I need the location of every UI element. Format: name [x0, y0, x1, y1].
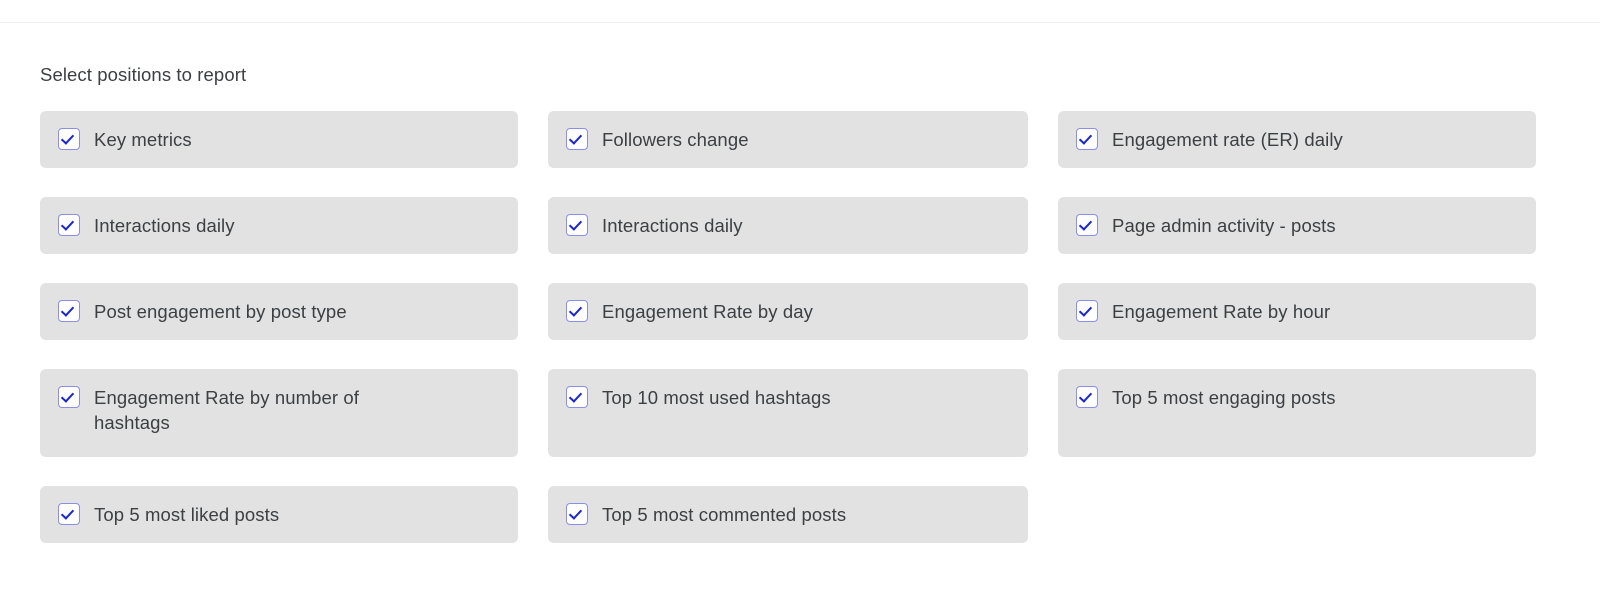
position-checkbox[interactable]: [566, 503, 588, 525]
position-checkbox[interactable]: [58, 503, 80, 525]
position-checkbox[interactable]: [1076, 300, 1098, 322]
position-card[interactable]: Post engagement by post type: [40, 283, 518, 340]
position-card[interactable]: Engagement rate (ER) daily: [1058, 111, 1536, 168]
position-card[interactable]: Engagement Rate by hour: [1058, 283, 1536, 340]
select-positions-panel: Select positions to report Key metrics Fo…: [0, 23, 1600, 543]
position-card[interactable]: Engagement Rate by number of hashtags: [40, 369, 518, 457]
checkmark-icon: [568, 131, 582, 145]
position-card[interactable]: Page admin activity - posts: [1058, 197, 1536, 254]
positions-grid: Key metrics Followers change Engagement ra…: [40, 111, 1560, 543]
position-card-label: Top 5 most liked posts: [94, 504, 280, 525]
position-card[interactable]: Top 10 most used hashtags: [548, 369, 1028, 457]
position-card-label: Post engagement by post type: [94, 301, 347, 322]
position-card-label: Engagement rate (ER) daily: [1112, 129, 1343, 150]
checkmark-icon: [60, 131, 74, 145]
checkmark-icon: [568, 217, 582, 231]
position-card-label: Engagement Rate by number of hashtags: [94, 387, 360, 433]
checkmark-icon: [1078, 303, 1092, 317]
position-card[interactable]: Interactions daily: [548, 197, 1028, 254]
position-card-label: Top 10 most used hashtags: [602, 387, 831, 408]
position-card-label: Top 5 most engaging posts: [1112, 387, 1336, 408]
position-checkbox[interactable]: [566, 300, 588, 322]
position-card[interactable]: Top 5 most commented posts: [548, 486, 1028, 543]
checkmark-icon: [1078, 131, 1092, 145]
position-card-label: Followers change: [602, 129, 749, 150]
position-checkbox[interactable]: [566, 386, 588, 408]
position-card[interactable]: Key metrics: [40, 111, 518, 168]
position-card-label: Interactions daily: [94, 215, 235, 236]
position-checkbox[interactable]: [566, 214, 588, 236]
position-checkbox[interactable]: [58, 128, 80, 150]
position-checkbox[interactable]: [58, 214, 80, 236]
position-card[interactable]: Interactions daily: [40, 197, 518, 254]
position-checkbox[interactable]: [1076, 386, 1098, 408]
position-card-label: Interactions daily: [602, 215, 743, 236]
position-card[interactable]: Top 5 most engaging posts: [1058, 369, 1536, 457]
position-selection-page: Select positions to report Key metrics Fo…: [0, 0, 1600, 606]
checkmark-icon: [568, 303, 582, 317]
position-card-label: Engagement Rate by day: [602, 301, 813, 322]
position-card-label: Engagement Rate by hour: [1112, 301, 1331, 322]
checkmark-icon: [1078, 217, 1092, 231]
checkmark-icon: [60, 217, 74, 231]
position-checkbox[interactable]: [58, 386, 80, 408]
position-checkbox[interactable]: [566, 128, 588, 150]
checkmark-icon: [60, 389, 74, 403]
position-card[interactable]: Engagement Rate by day: [548, 283, 1028, 340]
checkmark-icon: [60, 506, 74, 520]
position-card-label: Key metrics: [94, 129, 192, 150]
position-card[interactable]: Followers change: [548, 111, 1028, 168]
position-card[interactable]: Top 5 most liked posts: [40, 486, 518, 543]
position-card-label: Top 5 most commented posts: [602, 504, 847, 525]
position-checkbox[interactable]: [1076, 128, 1098, 150]
checkmark-icon: [568, 389, 582, 403]
page-title: Select positions to report: [40, 64, 247, 85]
position-checkbox[interactable]: [58, 300, 80, 322]
checkmark-icon: [60, 303, 74, 317]
checkmark-icon: [568, 506, 582, 520]
position-card-label: Page admin activity - posts: [1112, 215, 1336, 236]
checkmark-icon: [1078, 389, 1092, 403]
position-checkbox[interactable]: [1076, 214, 1098, 236]
